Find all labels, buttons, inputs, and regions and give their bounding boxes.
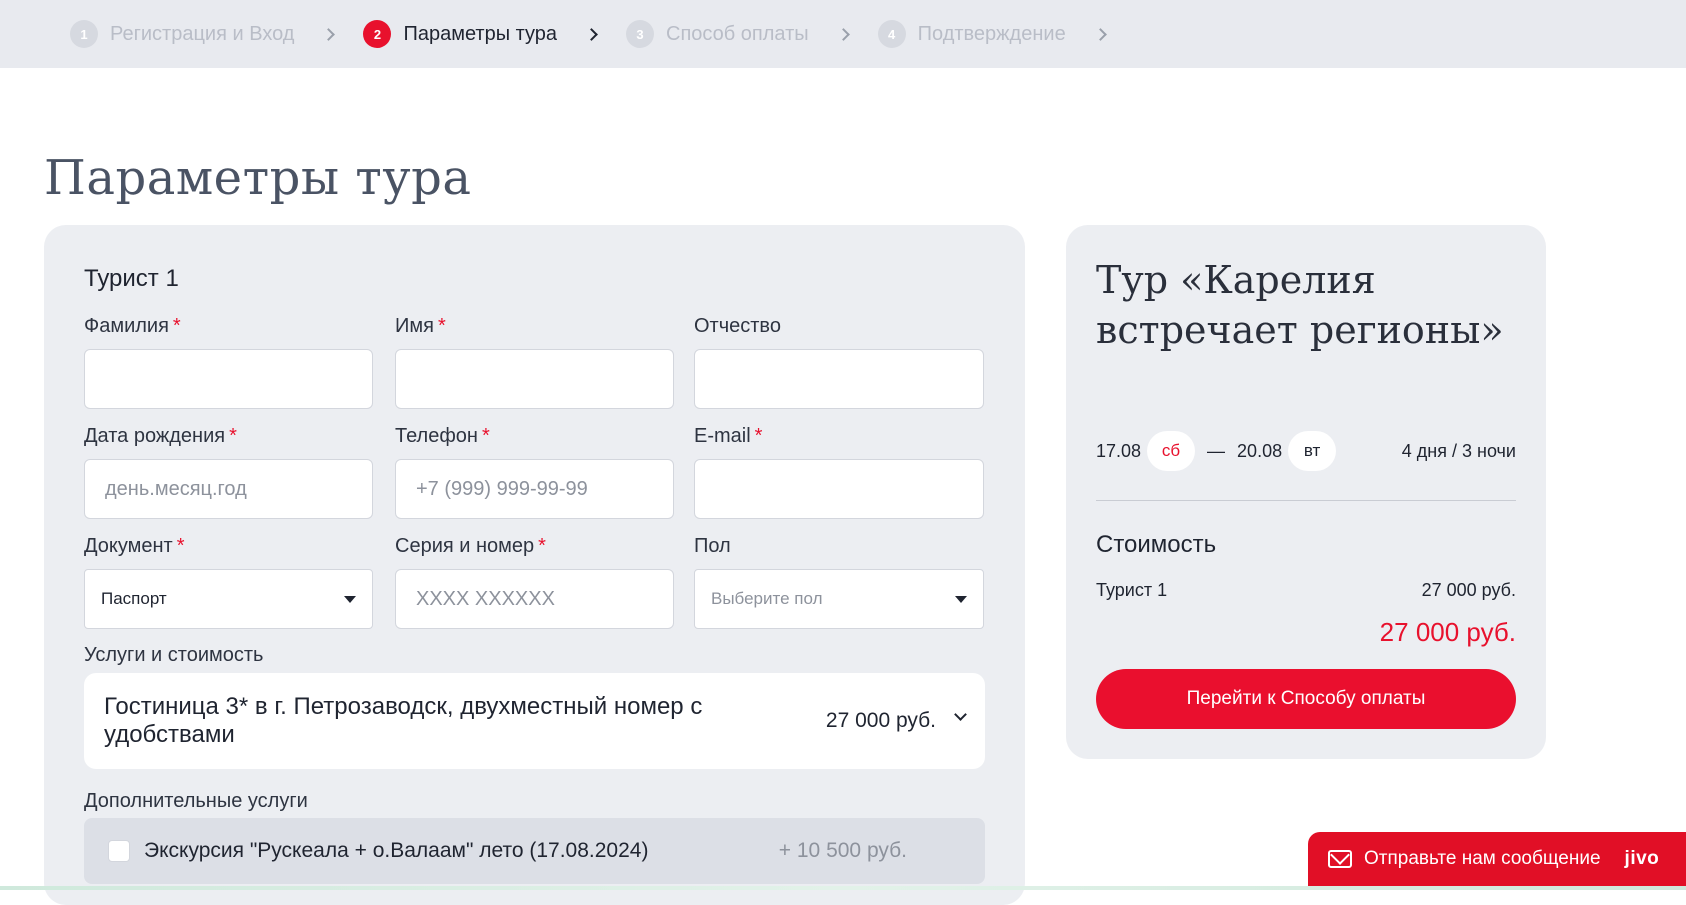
document-select[interactable]: Паспорт (84, 569, 373, 629)
jivo-logo: jivo (1624, 848, 1660, 869)
doc-number-field: Серия и номер * (395, 535, 674, 629)
required-mark: * (437, 315, 446, 337)
phone-input[interactable] (395, 459, 674, 519)
service-name: Гостиница 3* в г. Петрозаводск, двухмест… (104, 693, 703, 748)
service-price: 27 000 руб. (825, 709, 936, 732)
patronymic-input[interactable] (694, 349, 984, 409)
required-mark: * (172, 315, 181, 337)
field-label: E-mail * (694, 425, 763, 447)
tour-summary-card: Тур «Карелия встречает регионы» 17.08 сб… (1066, 225, 1546, 759)
required-mark: * (538, 535, 546, 557)
step-label: Подтверждение (917, 22, 1066, 45)
bottom-strip (0, 886, 1686, 890)
tour-dates: 17.08 сб — 20.08 вт 4 дня / 3 ночи (1096, 431, 1516, 471)
step-tour-params[interactable]: 2 Параметры тура (363, 20, 598, 48)
field-label: Документ * (84, 535, 185, 557)
step-number: 3 (626, 20, 655, 48)
gender-field: Пол Выберите пол (694, 535, 984, 629)
email-field: E-mail * (694, 425, 984, 519)
step-label: Параметры тура (403, 22, 558, 45)
field-label: Пол (694, 535, 731, 557)
chevron-right-icon (1093, 27, 1107, 41)
step-number: 1 (70, 20, 98, 48)
last-name-field: Фамилия * (84, 315, 373, 409)
divider (1096, 500, 1516, 501)
tourist-title: Турист 1 (84, 265, 179, 292)
document-field: Документ * Паспорт (84, 535, 373, 629)
extra-service-name: Экскурсия "Рускеала + о.Валаам" лето (17… (144, 839, 649, 862)
phone-field: Телефон * (395, 425, 674, 519)
step-number: 2 (363, 20, 392, 48)
extra-services-label: Дополнительные услуги (84, 790, 308, 812)
tour-title: Тур «Карелия встречает регионы» (1096, 258, 1504, 352)
step-payment-method[interactable]: 3 Способ оплаты (626, 20, 850, 48)
services-label: Услуги и стоимость (84, 644, 264, 666)
last-name-input[interactable] (84, 349, 373, 409)
first-name-field: Имя * (395, 315, 674, 409)
extra-service-row[interactable]: Экскурсия "Рускеала + о.Валаам" лето (17… (84, 818, 985, 884)
mail-icon (1328, 850, 1352, 868)
email-input[interactable] (694, 459, 984, 519)
start-day-badge: сб (1147, 431, 1196, 471)
chevron-down-icon[interactable] (954, 707, 967, 721)
step-label: Регистрация и Вход (110, 22, 295, 45)
cost-title: Стоимость (1096, 531, 1217, 558)
total-price: 27 000 руб. (1379, 617, 1516, 647)
field-label: Серия и номер * (395, 535, 546, 557)
first-name-input[interactable] (395, 349, 674, 409)
field-label: Телефон * (395, 425, 490, 447)
chat-widget-text: Отправьте нам сообщение (1364, 848, 1601, 869)
chevron-right-icon (322, 27, 336, 41)
chat-widget-button[interactable]: Отправьте нам сообщение jivo (1308, 832, 1686, 886)
step-label: Способ оплаты (666, 22, 809, 45)
checkout-stepper: 1 Регистрация и Вход 2 Параметры тура 3 … (0, 0, 1686, 68)
cost-row-label: Турист 1 (1096, 580, 1168, 600)
cost-row: Турист 1 27 000 руб. (1096, 580, 1516, 601)
birth-date-field: Дата рождения * (84, 425, 373, 519)
end-day-badge: вт (1288, 431, 1337, 471)
tour-duration: 4 дня / 3 ночи (1401, 440, 1516, 461)
select-placeholder: Выберите пол (711, 589, 823, 608)
caret-down-icon (955, 595, 967, 603)
required-mark: * (176, 535, 185, 557)
end-date: 20.08 (1237, 440, 1283, 461)
doc-number-input[interactable] (395, 569, 674, 629)
birth-date-input[interactable] (84, 459, 373, 519)
step-registration[interactable]: 1 Регистрация и Вход (70, 20, 336, 48)
field-label: Отчество (694, 315, 781, 337)
field-label: Имя * (395, 315, 446, 337)
caret-down-icon (344, 595, 356, 603)
step-confirmation[interactable]: 4 Подтверждение (877, 20, 1107, 48)
required-mark: * (754, 425, 763, 447)
chevron-right-icon (585, 27, 598, 41)
service-accordion[interactable]: Гостиница 3* в г. Петрозаводск, двухмест… (84, 673, 985, 769)
start-date: 17.08 (1096, 440, 1142, 461)
patronymic-field: Отчество (694, 315, 984, 409)
step-number: 4 (877, 20, 906, 48)
cost-row-amount: 27 000 руб. (1421, 580, 1516, 600)
select-value: Паспорт (101, 589, 167, 608)
gender-select[interactable]: Выберите пол (694, 569, 984, 629)
chevron-right-icon (836, 27, 850, 41)
required-mark: * (481, 425, 490, 447)
tourist-form-card: Турист 1 Фамилия * Имя * Отчество Дата рож… (44, 225, 1025, 905)
extra-service-checkbox[interactable] (108, 840, 130, 862)
date-separator: — (1207, 440, 1226, 461)
required-mark: * (229, 425, 237, 447)
field-label: Дата рождения * (84, 425, 237, 447)
page-title: Параметры тура (44, 150, 472, 206)
extra-service-price: + 10 500 руб. (778, 839, 907, 862)
field-label: Фамилия * (84, 315, 181, 337)
go-to-payment-button[interactable]: Перейти к Способу оплаты (1096, 669, 1516, 729)
